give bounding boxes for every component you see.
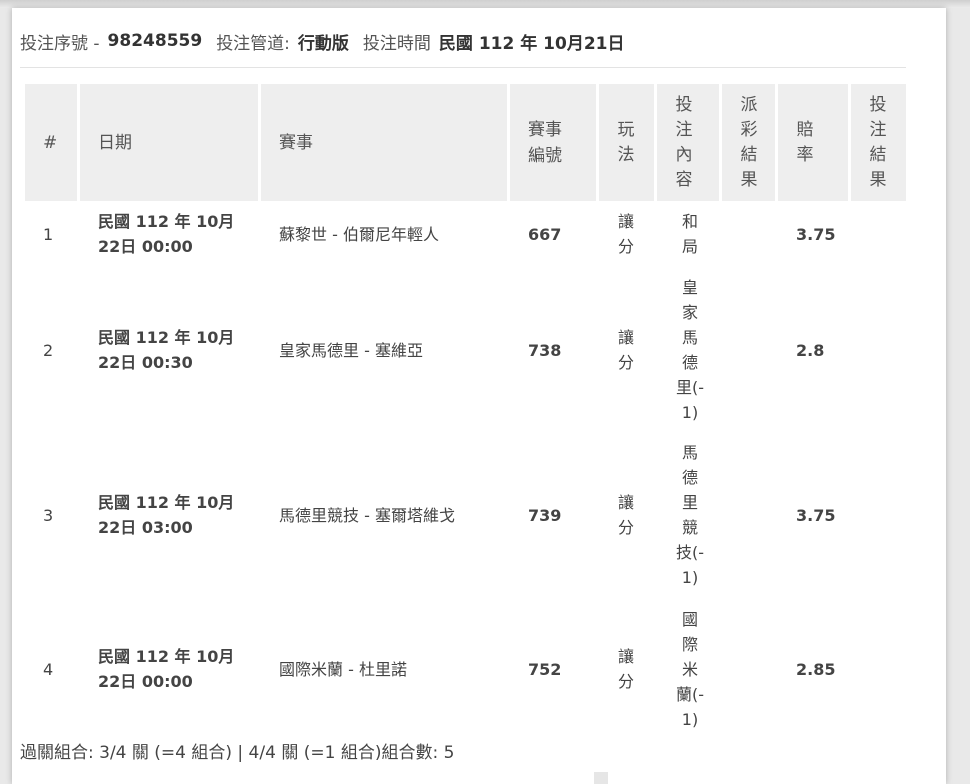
row-play-text: 讓分 <box>617 212 634 256</box>
row-payout <box>722 597 775 741</box>
row-bet-text: 馬德里競技(-1) <box>675 443 705 587</box>
scroll-handle[interactable] <box>594 772 608 784</box>
col-header-date: 日期 <box>80 84 258 201</box>
row-index: 1 <box>43 224 54 244</box>
row-result <box>851 597 906 741</box>
row-bet-text: 國際米蘭(-1) <box>675 609 705 729</box>
row-match-no: 739 <box>528 505 562 525</box>
col-header-bet: 投注內容 <box>657 84 719 201</box>
col-header-payout-text: 派彩結果 <box>740 94 758 190</box>
row-play: 讓分 <box>599 201 654 267</box>
row-play-text: 讓分 <box>617 647 634 691</box>
bet-header: 投注序號 - 98248559 投注管道: 行動版 投注時間 民國 112 年 … <box>20 29 625 54</box>
bet-table: # 日期 賽事 賽事編號 玩法 投注內容 派彩結果 賠率 投注結果 1 民國 1… <box>22 84 909 741</box>
row-odds: 3.75 <box>796 505 836 525</box>
row-match-no: 738 <box>528 340 562 360</box>
row-date: 民國 112 年 10月 22日 03:00 <box>80 433 258 597</box>
row-payout <box>722 201 775 267</box>
row-index: 2 <box>43 340 54 360</box>
row-match-no: 752 <box>528 659 562 679</box>
row-play-text: 讓分 <box>617 328 634 372</box>
row-odds: 2.8 <box>796 340 825 360</box>
col-header-odds-text: 賠率 <box>796 119 814 165</box>
row-play-text: 讓分 <box>617 493 634 537</box>
row-match: 皇家馬德里 - 塞維亞 <box>279 340 423 360</box>
serial-label: 投注序號 - <box>20 33 100 54</box>
row-index: 3 <box>43 505 54 525</box>
col-header-result: 投注結果 <box>851 84 906 201</box>
col-header-result-text: 投注結果 <box>869 94 887 190</box>
row-match: 國際米蘭 - 杜里諾 <box>279 659 407 679</box>
row-odds: 3.75 <box>796 224 836 244</box>
row-payout <box>722 267 775 433</box>
row-match: 馬德里競技 - 塞爾塔維戈 <box>279 505 455 525</box>
col-header-play: 玩法 <box>599 84 654 201</box>
row-index: 4 <box>43 659 54 679</box>
row-date: 民國 112 年 10月 22日 00:00 <box>80 597 258 741</box>
table-row: 4 民國 112 年 10月 22日 00:00 國際米蘭 - 杜里諾 752 … <box>25 597 906 741</box>
col-header-match: 賽事 <box>261 84 507 201</box>
row-date-text: 民國 112 年 10月 22日 00:00 <box>98 647 235 691</box>
col-header-bet-text: 投注內容 <box>675 94 693 190</box>
channel-label: 投注管道: <box>216 33 290 54</box>
row-date: 民國 112 年 10月 22日 00:30 <box>80 267 258 433</box>
row-match: 蘇黎世 - 伯爾尼年輕人 <box>279 224 439 244</box>
row-result <box>851 201 906 267</box>
table-row: 2 民國 112 年 10月 22日 00:30 皇家馬德里 - 塞維亞 738… <box>25 267 906 433</box>
row-result <box>851 433 906 597</box>
row-match-no: 667 <box>528 224 562 244</box>
row-result <box>851 267 906 433</box>
col-header-match-no-text: 賽事編號 <box>528 119 562 166</box>
row-bet: 國際米蘭(-1) <box>657 597 719 741</box>
parlay-summary: 過關組合: 3/4 關 (=4 組合) | 4/4 關 (=1 組合)組合數: … <box>20 743 455 763</box>
col-header-payout: 派彩結果 <box>722 84 775 201</box>
row-payout <box>722 433 775 597</box>
col-header-match-no: 賽事編號 <box>510 84 596 201</box>
col-header-play-text: 玩法 <box>617 119 635 165</box>
row-bet: 和局 <box>657 201 719 267</box>
row-bet: 馬德里競技(-1) <box>657 433 719 597</box>
bet-time-value: 民國 112 年 10月21日 <box>438 33 625 54</box>
row-play: 讓分 <box>599 433 654 597</box>
bet-time-label: 投注時間 <box>362 33 431 54</box>
channel-value: 行動版 <box>297 33 349 54</box>
row-date-text: 民國 112 年 10月 22日 00:30 <box>98 328 235 372</box>
row-date-text: 民國 112 年 10月 22日 00:00 <box>98 212 235 256</box>
row-date: 民國 112 年 10月 22日 00:00 <box>80 201 258 267</box>
row-odds: 2.85 <box>796 659 836 679</box>
row-bet-text: 和局 <box>681 212 698 256</box>
row-date-text: 民國 112 年 10月 22日 03:00 <box>98 493 235 537</box>
window-top-shade <box>0 0 970 8</box>
row-play: 讓分 <box>599 267 654 433</box>
serial-value: 98248559 <box>107 31 203 51</box>
table-header-row: # 日期 賽事 賽事編號 玩法 投注內容 派彩結果 賠率 投注結果 <box>25 84 906 201</box>
row-bet: 皇家馬德里(-1) <box>657 267 719 433</box>
row-bet-text: 皇家馬德里(-1) <box>675 278 705 422</box>
col-header-odds: 賠率 <box>778 84 848 201</box>
col-header-index: # <box>25 84 77 201</box>
table-row: 3 民國 112 年 10月 22日 03:00 馬德里競技 - 塞爾塔維戈 7… <box>25 433 906 597</box>
table-row: 1 民國 112 年 10月 22日 00:00 蘇黎世 - 伯爾尼年輕人 66… <box>25 201 906 267</box>
header-divider <box>20 67 906 68</box>
row-play: 讓分 <box>599 597 654 741</box>
